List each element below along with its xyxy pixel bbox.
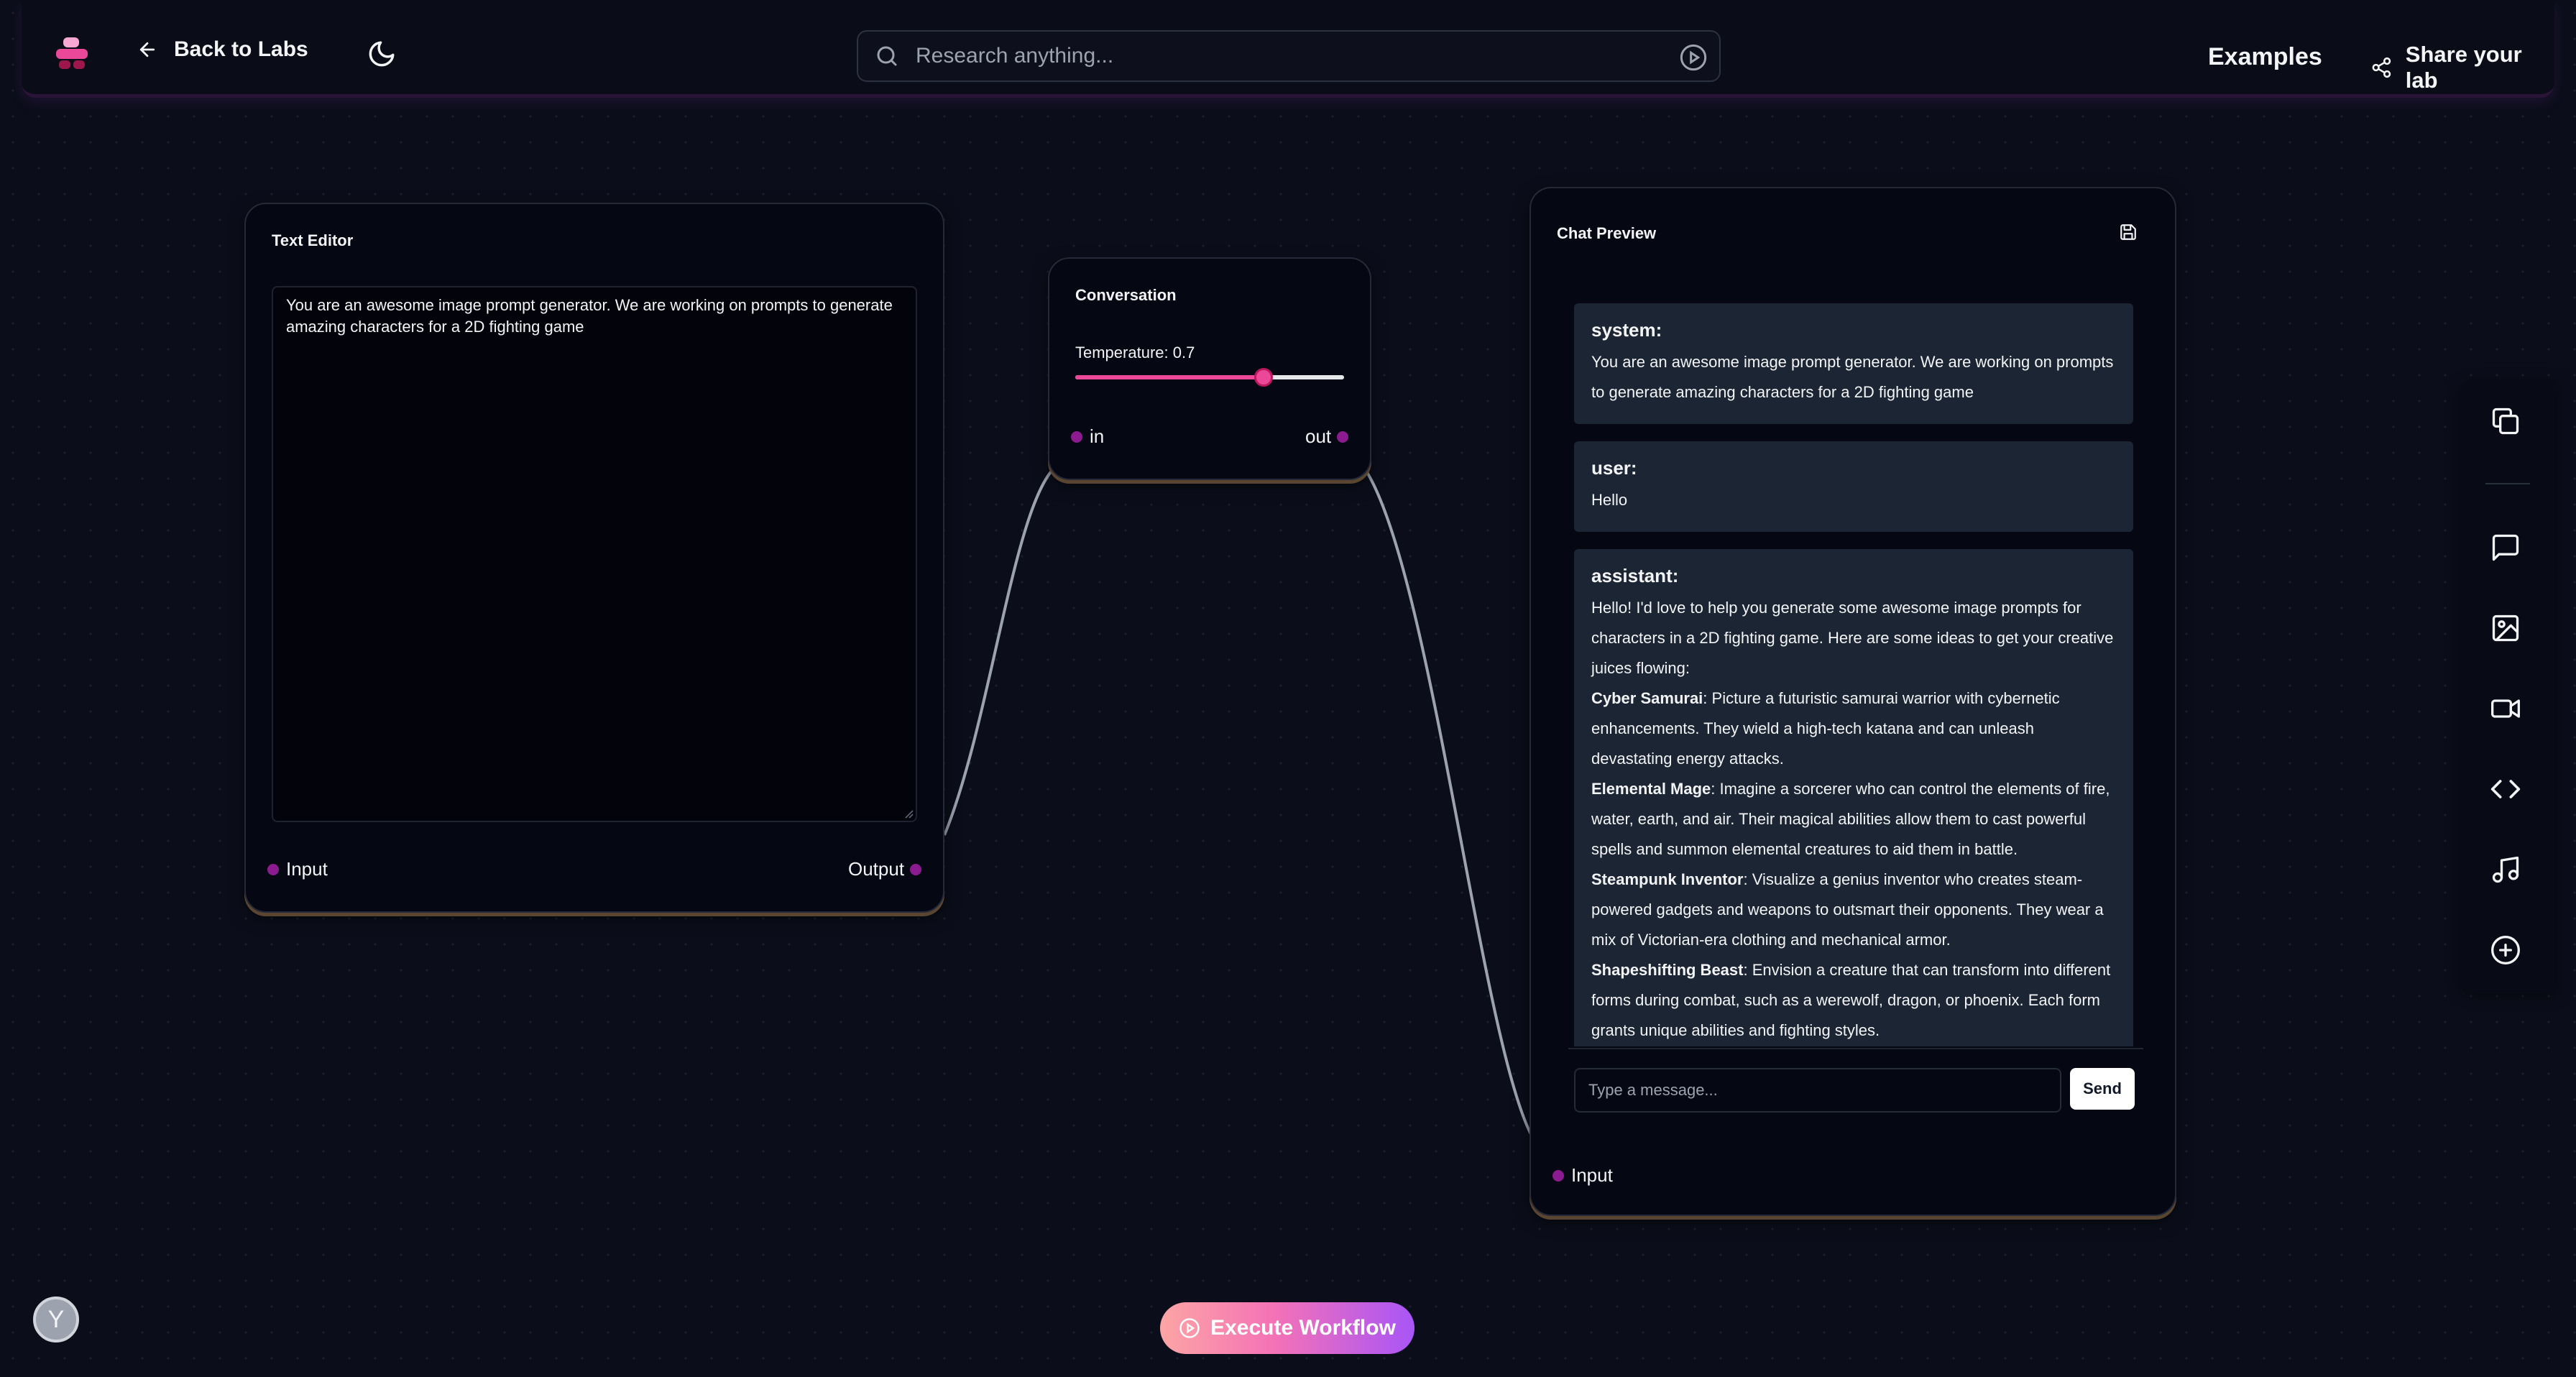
message-assistant: assistant: Hello! I'd love to help you g… [1574,549,2133,1046]
send-button[interactable]: Send [2070,1068,2135,1110]
character-name: Cyber Samurai [1591,689,1703,707]
copy-icon[interactable] [2490,405,2521,437]
chat-input-port-label: Input [1571,1164,1613,1186]
list-item: Steampunk Inventor: Visualize a genius i… [1591,865,2116,955]
temperature-slider-thumb[interactable] [1254,368,1273,387]
arrow-left-icon [139,42,155,57]
play-circle-icon[interactable] [1679,43,1708,72]
in-port[interactable] [1071,431,1082,443]
chat-icon[interactable] [2490,532,2521,563]
message-system: system: You are an awesome image prompt … [1574,303,2133,424]
chat-preview-title: Chat Preview [1557,224,1657,242]
character-name: Shapeshifting Beast [1591,961,1744,979]
chat-input-port[interactable] [1552,1170,1564,1182]
message-user: user: Hello [1574,441,2133,532]
examples-link[interactable]: Examples [2208,43,2322,71]
share-lab-label: Share your lab [2405,42,2522,93]
search-icon [877,46,897,66]
search-input[interactable] [916,39,1634,73]
input-port[interactable] [267,864,279,875]
user-avatar[interactable]: Y [33,1297,79,1343]
list-item: Cyber Samurai: Picture a futuristic samu… [1591,683,2116,774]
text-editor-textarea[interactable]: You are an awesome image prompt generato… [272,286,917,822]
message-text: You are an awesome image prompt generato… [1591,353,2114,401]
out-port-label: out [1305,425,1332,447]
image-icon[interactable] [2490,612,2521,644]
message-role: user: [1591,457,1637,479]
message-text: Hello [1591,491,1628,509]
execute-workflow-label: Execute Workflow [1210,1316,1396,1340]
in-port-label: in [1090,425,1105,447]
list-item: Elemental Mage: Imagine a sorcerer who c… [1591,774,2116,865]
back-to-labs-label: Back to Labs [174,37,308,61]
conversation-node[interactable]: Conversation Temperature: 0.7 in out [1048,257,1371,480]
toolbar-divider [2485,483,2530,484]
code-icon[interactable] [2490,773,2521,805]
message-role: system: [1591,319,1662,341]
search-bar [857,30,1721,82]
list-item: Shapeshifting Beast: Envision a creature… [1591,955,2116,1046]
moon-icon[interactable] [367,39,397,69]
play-circle-icon [1179,1318,1200,1338]
input-port-label: Input [286,858,328,880]
node-toolbar [2460,379,2556,993]
add-icon[interactable] [2490,934,2521,966]
chat-preview-node[interactable]: Chat Preview system: You are an awesome … [1530,187,2176,1216]
text-editor-title: Text Editor [272,231,354,249]
top-bar: Back to Labs Examples Share your lab [22,0,2554,98]
character-name: Elemental Mage [1591,780,1711,798]
output-port[interactable] [910,864,921,875]
execute-workflow-button[interactable]: Execute Workflow [1160,1302,1414,1354]
share-lab-button[interactable]: Share your lab [2370,42,2554,93]
temperature-label: Temperature: 0.7 [1075,344,1195,361]
chat-message-input[interactable] [1574,1068,2061,1113]
share-icon [2372,57,2391,78]
save-icon[interactable] [2119,223,2138,241]
wire-editor-to-conversation [943,464,1058,836]
back-to-labs-link[interactable]: Back to Labs [137,37,308,62]
video-icon[interactable] [2490,693,2521,724]
message-text: Hello! I'd love to help you generate som… [1591,599,2114,677]
resize-handle-icon[interactable] [903,808,914,819]
character-name: Steampunk Inventor [1591,870,1744,888]
message-role: assistant: [1591,565,1679,586]
app-logo-icon[interactable] [53,37,91,72]
wire-conversation-to-chat [1361,464,1534,1138]
chat-divider [1568,1048,2143,1049]
music-icon[interactable] [2490,854,2521,885]
text-editor-node[interactable]: Text Editor You are an awesome image pro… [244,203,944,913]
output-port-label: Output [848,858,905,880]
temperature-slider-fill [1075,375,1264,379]
conversation-title: Conversation [1075,286,1177,304]
out-port[interactable] [1337,431,1348,443]
temperature-slider[interactable] [1075,368,1344,387]
